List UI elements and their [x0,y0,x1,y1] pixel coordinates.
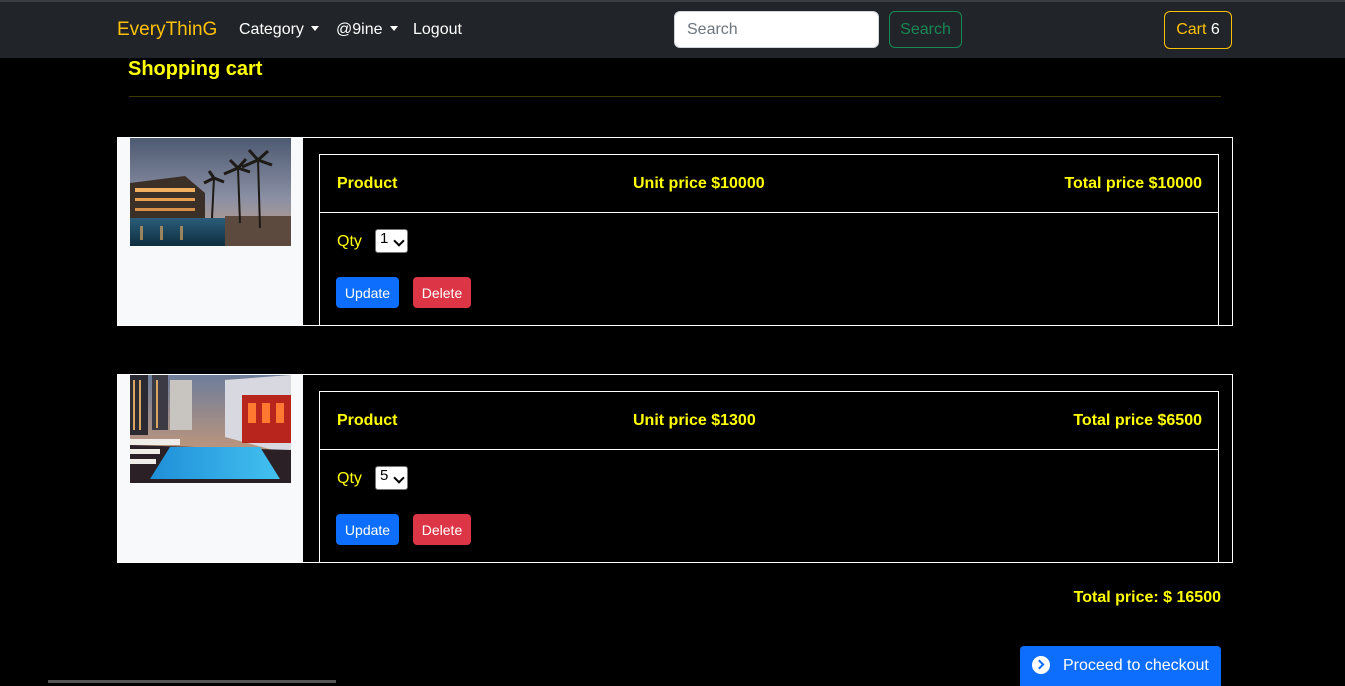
user-label: @9ine [336,21,383,38]
cart-item-header: Product Unit price $10000 Total price $1… [320,155,1218,213]
product-heading: Product [337,412,398,429]
qty-label: Qty [337,470,362,487]
cart-item-details: Product Unit price $10000 Total price $1… [319,154,1219,325]
brand-logo[interactable]: EveryThinG [117,19,217,41]
cart-label: Cart [1176,21,1207,38]
search-input[interactable] [674,11,879,48]
unit-price: Unit price $10000 [633,175,765,192]
caret-down-icon [310,26,319,31]
top-navbar: EveryThinG Category @9ine Logout Search … [0,2,1345,58]
qty-select[interactable]: 5 [375,466,408,490]
qty-label: Qty [337,233,362,250]
checkout-label: Proceed to checkout [1063,657,1209,674]
cart-item-details: Product Unit price $1300 Total price $65… [319,391,1219,562]
qty-value: 5 [380,467,389,484]
cart-item-header: Product Unit price $1300 Total price $65… [320,392,1218,450]
unit-price: Unit price $1300 [633,412,756,429]
caret-down-icon [389,26,398,31]
product-image-column [118,375,303,562]
update-button[interactable]: Update [336,277,399,308]
proceed-to-checkout-button[interactable]: Proceed to checkout [1020,646,1221,686]
cart-count-badge: 6 [1210,21,1220,38]
product-image-column [118,138,303,325]
delete-button[interactable]: Delete [413,514,471,545]
page-title: Shopping cart [128,58,263,80]
hotel-pool-night-photo [130,138,291,246]
title-divider [129,96,1221,97]
cart-item: Product Unit price $10000 Total price $1… [117,137,1233,326]
delete-button[interactable]: Delete [413,277,471,308]
category-dropdown[interactable]: Category [239,21,319,39]
product-heading: Product [337,175,398,192]
cart-button[interactable]: Cart 6 [1164,11,1232,49]
rooftop-pool-photo [130,375,291,483]
update-button[interactable]: Update [336,514,399,545]
cart-item: Product Unit price $1300 Total price $65… [117,374,1233,563]
grand-total: Total price: $ 16500 [1073,589,1221,606]
chevron-down-icon [393,235,405,247]
item-total-price: Total price $10000 [1064,175,1202,192]
item-total-price: Total price $6500 [1073,412,1202,429]
qty-select[interactable]: 1 [375,229,408,253]
chevron-down-icon [393,472,405,484]
logout-link[interactable]: Logout [413,21,462,39]
qty-value: 1 [380,230,389,247]
chevron-right-circle-icon [1032,656,1050,674]
search-button[interactable]: Search [889,11,962,48]
user-dropdown[interactable]: @9ine [336,21,398,39]
category-label: Category [239,21,304,38]
